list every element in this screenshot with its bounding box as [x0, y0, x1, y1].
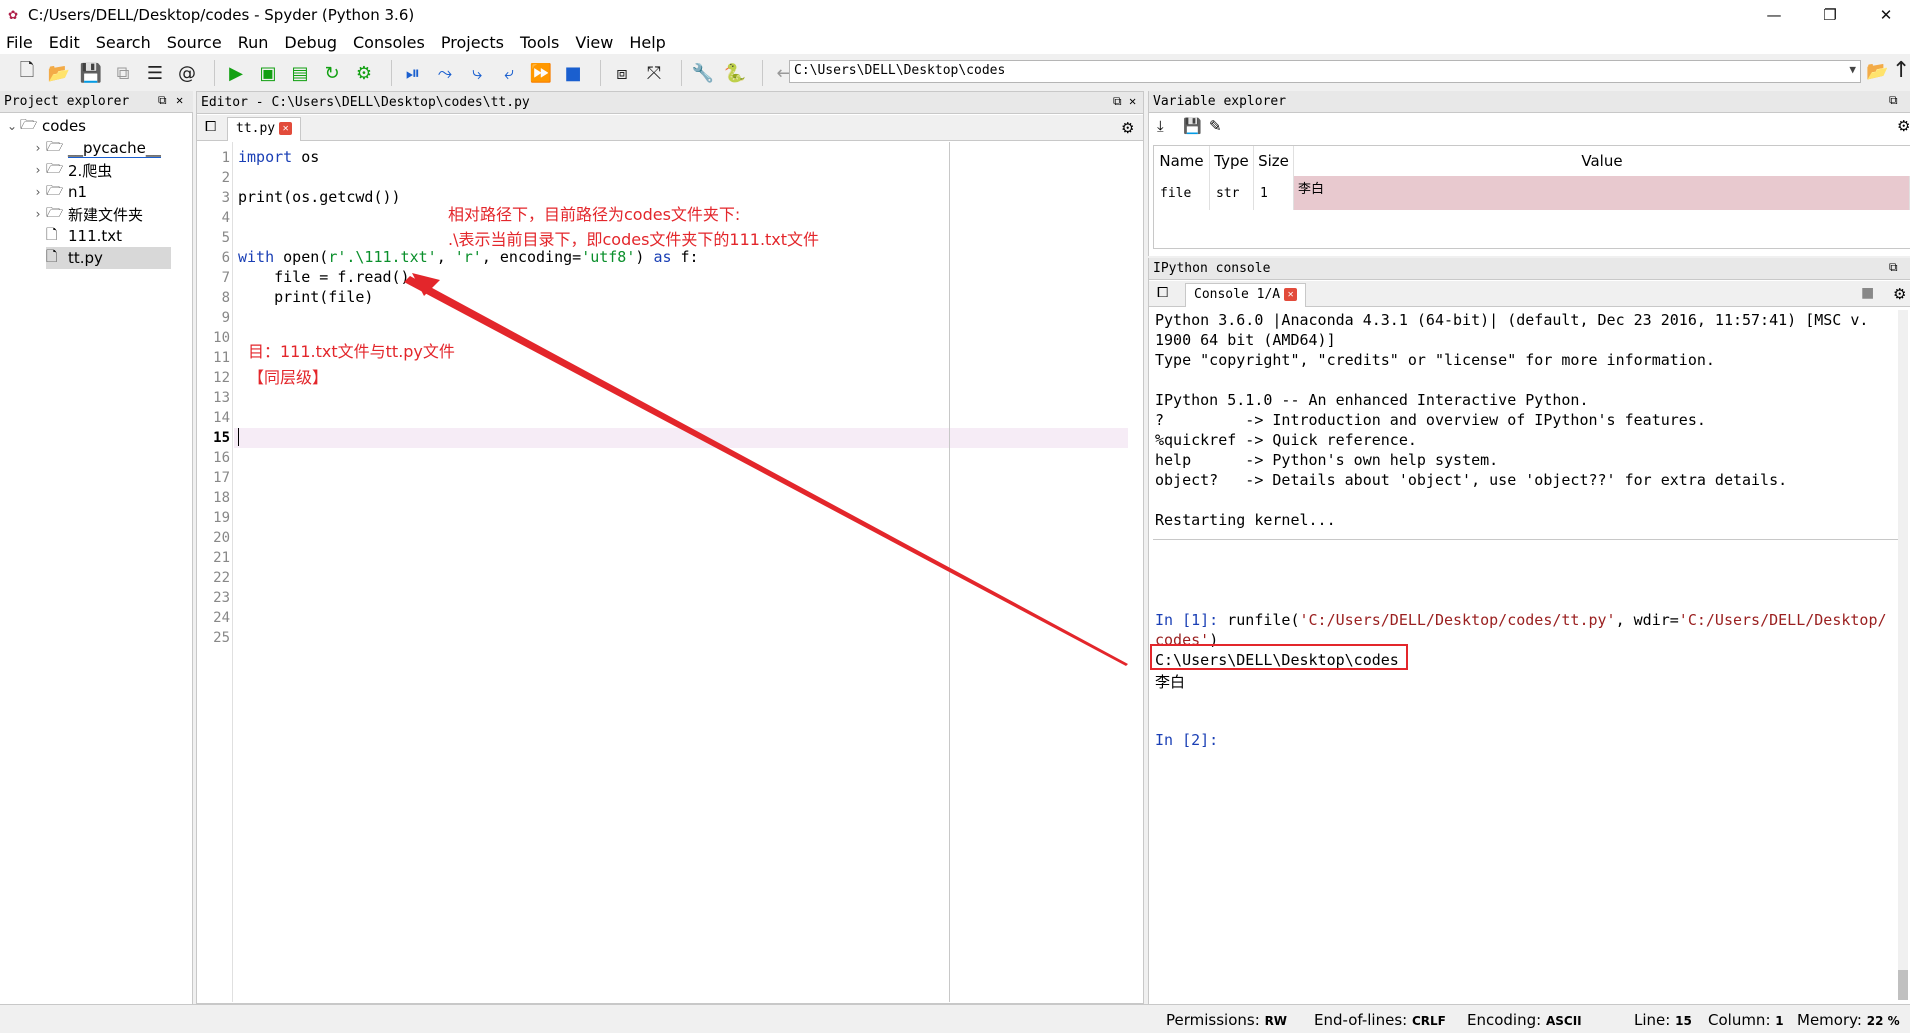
- console-banner-line: object? -> Details about 'object', use '…: [1155, 471, 1788, 489]
- console-banner-line: Python 3.6.0 |Anaconda 4.3.1 (64-bit)| (…: [1155, 311, 1869, 329]
- variable-explorer-title: Variable explorer: [1153, 94, 1287, 109]
- status-line: Line: 15: [1634, 1011, 1692, 1029]
- edit-icon[interactable]: ✎: [1209, 117, 1222, 135]
- gear-icon[interactable]: ⚙: [1893, 285, 1906, 303]
- console-banner-line: IPython 5.1.0 -- An enhanced Interactive…: [1155, 391, 1589, 409]
- status-memory: Memory: 22 %: [1797, 1011, 1900, 1029]
- console-input-1[interactable]: In [1]: runfile('C:/Users/DELL/Desktop/c…: [1155, 611, 1887, 629]
- status-encoding: Encoding: ASCII: [1467, 1011, 1582, 1029]
- console-restart-message: Restarting kernel...: [1155, 511, 1336, 529]
- console-banner-line: %quickref -> Quick reference.: [1155, 431, 1417, 449]
- console-banner-line: Type "copyright", "credits" or "license"…: [1155, 351, 1715, 369]
- console-separator: [1153, 539, 1903, 540]
- col-header-name[interactable]: Name: [1154, 146, 1210, 176]
- scrollbar-thumb[interactable]: [1898, 970, 1908, 1000]
- status-end-of-lines: End-of-lines: CRLF: [1314, 1011, 1446, 1029]
- status-column: Column: 1: [1708, 1011, 1784, 1029]
- close-tab-icon[interactable]: ✕: [1284, 288, 1298, 301]
- variable-explorer-pane: Variable explorer ⧉ ⤓ 💾 ✎ ⚙ Name Type Si…: [1148, 91, 1910, 256]
- gear-icon[interactable]: ⚙: [1897, 117, 1910, 135]
- import-data-icon[interactable]: ⤓: [1157, 117, 1164, 135]
- tab-console-1a[interactable]: Console 1/A ✕: [1185, 283, 1307, 307]
- var-row-name[interactable]: file: [1154, 176, 1210, 210]
- console-scrollbar[interactable]: [1898, 310, 1908, 1000]
- save-data-icon[interactable]: 💾: [1183, 117, 1202, 135]
- console-banner-line: ? -> Introduction and overview of IPytho…: [1155, 411, 1706, 429]
- console-title-bar: IPython console ⧉: [1149, 258, 1910, 280]
- variable-table: Name Type Size Value file str 1 李白: [1153, 145, 1910, 249]
- undock-icon[interactable]: ⧉: [1889, 93, 1898, 108]
- console-output-value: 李白: [1155, 673, 1186, 691]
- console-banner-line: help -> Python's own help system.: [1155, 451, 1499, 469]
- console-input-2[interactable]: In [2]:: [1155, 731, 1218, 749]
- variable-explorer-title-bar: Variable explorer ⧉: [1149, 91, 1910, 113]
- status-permissions: Permissions: RW: [1166, 1011, 1288, 1029]
- col-header-value[interactable]: Value: [1294, 146, 1910, 176]
- stop-kernel-icon[interactable]: ■: [1861, 285, 1874, 301]
- browse-tabs-icon[interactable]: ⧠: [1157, 285, 1168, 301]
- console-banner-line: 1900 64 bit (AMD64)]: [1155, 331, 1336, 349]
- col-header-size[interactable]: Size: [1254, 146, 1294, 176]
- status-bar: Permissions: RW End-of-lines: CRLF Encod…: [0, 1004, 1910, 1033]
- ipython-console-pane: IPython console ⧉ ⧠ Console 1/A ✕ ■ ⚙ Pyt…: [1148, 258, 1910, 1004]
- var-row-value[interactable]: 李白: [1294, 176, 1910, 210]
- console-title: IPython console: [1153, 261, 1271, 276]
- col-header-type[interactable]: Type: [1210, 146, 1254, 176]
- annotation-highlight-box: [1150, 644, 1408, 670]
- console-tab-bar: ⧠ Console 1/A ✕ ■ ⚙: [1149, 281, 1910, 307]
- var-row-size[interactable]: 1: [1254, 176, 1294, 210]
- var-row-type[interactable]: str: [1210, 176, 1254, 210]
- undock-icon[interactable]: ⧉: [1889, 260, 1898, 275]
